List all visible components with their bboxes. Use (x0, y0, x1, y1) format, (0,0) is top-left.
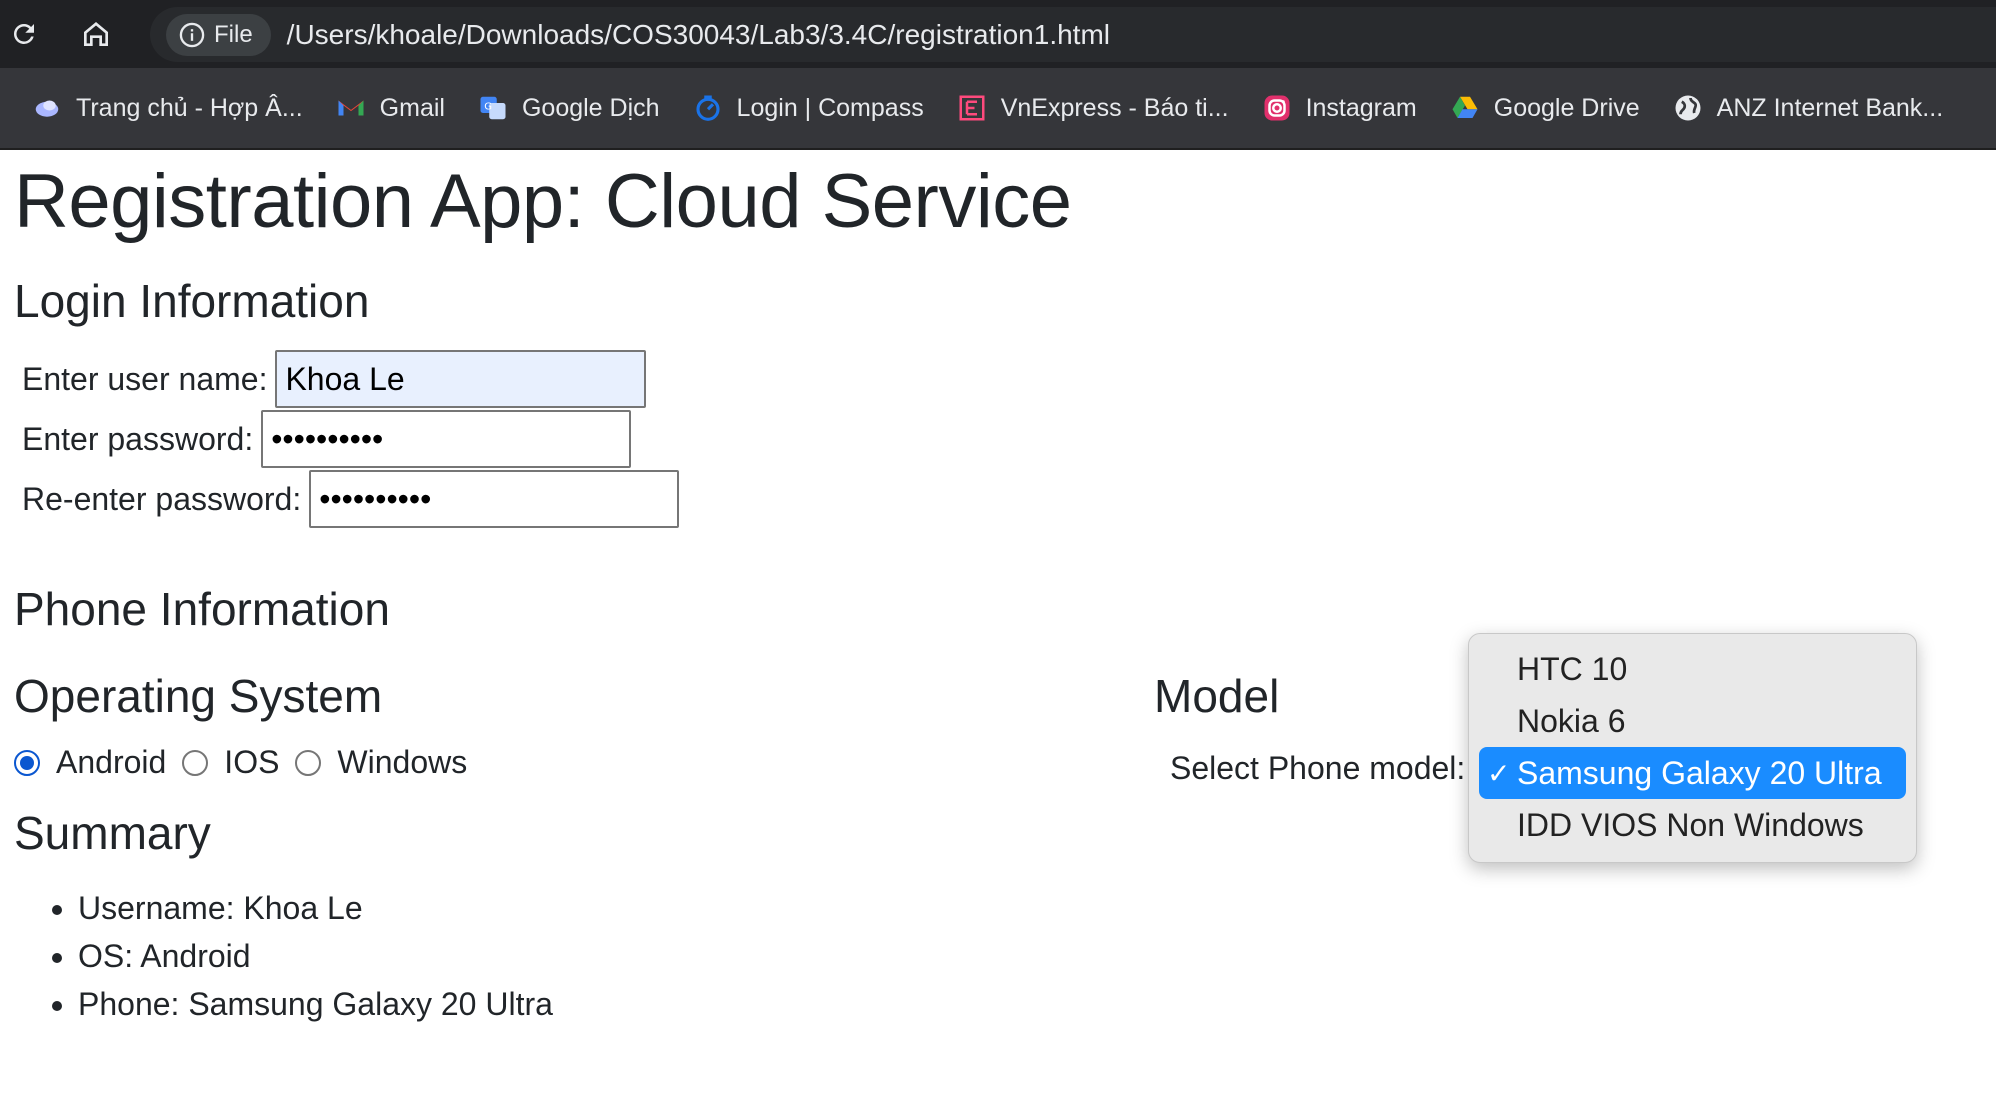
repassword-row: Re-enter password: (22, 470, 680, 528)
summary-item-phone: Phone: Samsung Galaxy 20 Ultra (78, 980, 553, 1028)
home-icon (84, 22, 108, 46)
os-heading: Operating System (14, 670, 383, 722)
os-label-ios: IOS (224, 744, 280, 780)
os-label-android: Android (56, 744, 167, 780)
bookmark-anz[interactable]: ANZ Internet Bank... (1673, 93, 1943, 123)
browser-toolbar: File /Users/khoale/Downloads/COS30043/La… (0, 0, 1996, 68)
cloud-icon (32, 93, 62, 123)
info-icon (179, 22, 205, 47)
url-text[interactable]: /Users/khoale/Downloads/COS30043/Lab3/3.… (287, 19, 1110, 51)
username-input[interactable] (275, 350, 647, 408)
model-option-htc[interactable]: HTC 10 (1479, 643, 1906, 695)
reload-button[interactable] (4, 14, 44, 54)
phone-heading: Phone Information (14, 583, 390, 635)
reload-icon (13, 23, 34, 44)
os-radio-windows[interactable] (295, 749, 322, 776)
summary-item-os: OS: Android (78, 932, 553, 980)
gmail-icon (336, 93, 366, 123)
bookmark-compass[interactable]: Login | Compass (693, 93, 924, 123)
translate-icon: G (478, 93, 508, 123)
bookmark-trang-chu[interactable]: Trang chủ - Hợp Â... (32, 93, 303, 123)
os-label-windows: Windows (337, 744, 468, 780)
vnexpress-icon (957, 93, 987, 123)
globe-icon (1673, 93, 1703, 123)
username-row: Enter user name: (22, 350, 647, 408)
instagram-icon (1262, 93, 1292, 123)
home-button[interactable] (76, 14, 116, 54)
model-option-nokia[interactable]: Nokia 6 (1479, 695, 1906, 747)
page-content: Registration App: Cloud Service Login In… (0, 150, 1996, 1100)
password-input[interactable] (261, 410, 632, 468)
repassword-label: Re-enter password: (22, 480, 302, 517)
site-info-chip[interactable]: File (166, 13, 271, 56)
model-select-label: Select Phone model: (1170, 750, 1466, 786)
bookmark-instagram[interactable]: Instagram (1262, 93, 1417, 123)
bookmark-vnexpress[interactable]: VnExpress - Báo ti... (957, 93, 1229, 123)
phone-model-dropdown[interactable]: HTC 10 Nokia 6 ✓ Samsung Galaxy 20 Ultra… (1468, 633, 1917, 863)
model-option-idd[interactable]: IDD VIOS Non Windows (1479, 799, 1906, 851)
bookmark-gmail[interactable]: Gmail (336, 93, 445, 123)
page-title: Registration App: Cloud Service (14, 159, 1072, 244)
os-radio-ios[interactable] (182, 749, 209, 776)
address-bar[interactable]: File /Users/khoale/Downloads/COS30043/La… (150, 7, 1996, 62)
model-heading: Model (1154, 670, 1280, 722)
drive-icon (1450, 93, 1480, 123)
site-info-label: File (214, 20, 253, 48)
compass-icon (693, 93, 723, 123)
bookmark-google-drive[interactable]: Google Drive (1450, 93, 1640, 123)
password-row: Enter password: (22, 410, 632, 468)
repassword-input[interactable] (309, 470, 680, 528)
bookmarks-bar: Trang chủ - Hợp Â... Gmail G Google Dịch… (0, 68, 1996, 150)
password-label: Enter password: (22, 420, 254, 457)
summary-list: Username: Khoa Le OS: Android Phone: Sam… (14, 884, 553, 1028)
model-option-samsung[interactable]: ✓ Samsung Galaxy 20 Ultra (1479, 747, 1906, 799)
summary-item-username: Username: Khoa Le (78, 884, 553, 932)
os-radio-android[interactable] (14, 749, 40, 776)
check-icon: ✓ (1487, 757, 1511, 789)
svg-text:G: G (484, 101, 492, 112)
bookmark-google-dich[interactable]: G Google Dịch (478, 93, 660, 123)
username-label: Enter user name: (22, 360, 268, 397)
os-radio-group: Android IOS Windows (14, 744, 483, 781)
summary-heading: Summary (14, 807, 211, 859)
login-heading: Login Information (14, 275, 370, 327)
